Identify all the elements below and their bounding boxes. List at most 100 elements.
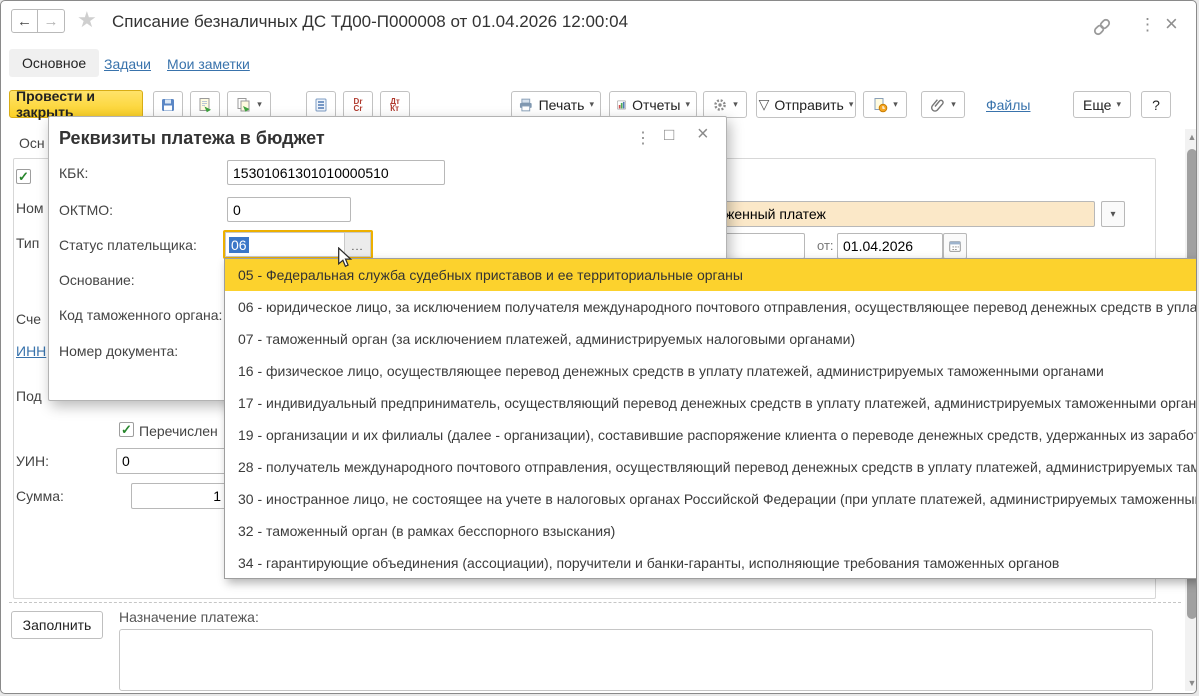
chevron-down-icon: ▾ bbox=[733, 99, 738, 110]
more-button[interactable]: Еще ▾ bbox=[1073, 91, 1131, 118]
favorite-star-icon[interactable]: ★ bbox=[77, 7, 97, 33]
post-document-menu-button[interactable]: ▾ bbox=[227, 91, 271, 118]
oktmo-input[interactable] bbox=[227, 197, 351, 222]
operation-type-dropdown-button[interactable]: ▾ bbox=[1101, 201, 1125, 227]
transferred-checkbox[interactable]: ✓ bbox=[119, 422, 134, 437]
payment-purpose-label: Назначение платежа: bbox=[119, 609, 259, 625]
separator bbox=[9, 602, 1181, 603]
files-link[interactable]: Файлы bbox=[986, 97, 1030, 113]
dropdown-item[interactable]: 19 - организации и их филиалы (далее - о… bbox=[225, 419, 1197, 451]
payer-status-value: 06 bbox=[229, 237, 249, 253]
oktmo-label: ОКТМО: bbox=[59, 202, 113, 218]
window-close-button[interactable]: × bbox=[1165, 11, 1178, 37]
help-button[interactable]: ? bbox=[1141, 91, 1171, 118]
check-icon: ✓ bbox=[121, 425, 132, 435]
dropdown-item[interactable]: 06 - юридическое лицо, за исключением по… bbox=[225, 291, 1197, 323]
register-records-icon bbox=[313, 97, 329, 113]
send-button[interactable]: ▽ Отправить ▾ bbox=[756, 91, 856, 118]
account-label: Сче bbox=[16, 311, 41, 327]
dropdown-item[interactable]: 16 - физическое лицо, осуществляющее пер… bbox=[225, 355, 1197, 387]
dropdown-item[interactable]: 32 - таможенный орган (в рамках бесспорн… bbox=[225, 515, 1197, 547]
fill-button[interactable]: Заполнить bbox=[11, 611, 103, 639]
dtkt-movements-button[interactable]: ДтКт bbox=[380, 91, 410, 118]
check-icon: ✓ bbox=[18, 172, 29, 182]
customs-code-label: Код таможенного органа: bbox=[59, 307, 222, 323]
reports-button[interactable]: Отчеты ▾ bbox=[609, 91, 697, 118]
copy-link-button[interactable] bbox=[1091, 16, 1113, 43]
amount-input[interactable] bbox=[131, 483, 227, 509]
tab-tasks[interactable]: Задачи bbox=[104, 56, 151, 72]
calendar-icon bbox=[948, 239, 962, 253]
dropdown-item[interactable]: 17 - индивидуальный предприниматель, осу… bbox=[225, 387, 1197, 419]
back-button[interactable]: ← bbox=[11, 9, 38, 33]
funnel-icon: ▽ bbox=[759, 96, 770, 113]
dropdown-item[interactable]: 07 - таможенный орган (за исключением пл… bbox=[225, 323, 1197, 355]
print-button[interactable]: Печать ▾ bbox=[511, 91, 601, 118]
post-copy-icon bbox=[236, 97, 252, 113]
dropdown-item[interactable]: 05 - Федеральная служба судебных пристав… bbox=[225, 259, 1197, 291]
dtkt-icon: ДтКт bbox=[390, 98, 400, 112]
chevron-down-icon: ▾ bbox=[1110, 209, 1115, 220]
settings-menu-button[interactable]: ▾ bbox=[703, 91, 747, 118]
date-input[interactable] bbox=[837, 233, 943, 259]
date-calendar-button[interactable] bbox=[943, 233, 967, 259]
post-and-close-button[interactable]: Провести и закрыть bbox=[9, 90, 143, 118]
document-structure-button[interactable] bbox=[306, 91, 336, 118]
attachments-button[interactable]: ▾ bbox=[921, 91, 965, 118]
app-window: ← → ★ Списание безналичных ДС ТД00-П0000… bbox=[0, 0, 1197, 694]
document-number-label: Номер документа: bbox=[59, 343, 178, 359]
drcr-movements-button[interactable]: DrCr bbox=[343, 91, 373, 118]
payer-status-label: Статус плательщика: bbox=[59, 237, 197, 253]
uin-label: УИН: bbox=[16, 453, 49, 469]
date-from-label: от: bbox=[817, 238, 834, 253]
help-label: ? bbox=[1152, 97, 1160, 113]
section-label: Осн bbox=[17, 135, 47, 151]
dropdown-item[interactable]: 28 - получатель международного почтового… bbox=[225, 451, 1197, 483]
type-label: Тип bbox=[16, 235, 39, 251]
payment-purpose-textarea[interactable] bbox=[119, 629, 1153, 691]
kbk-input[interactable] bbox=[227, 160, 445, 185]
fill-label: Заполнить bbox=[23, 617, 92, 633]
payer-status-input[interactable]: 06 bbox=[225, 232, 344, 257]
chevron-down-icon: ▾ bbox=[849, 99, 854, 110]
mouse-cursor-icon bbox=[337, 247, 353, 273]
dropdown-item[interactable]: 34 - гарантирующие объединения (ассоциац… bbox=[225, 547, 1197, 579]
back-arrow-icon: ← bbox=[17, 13, 32, 30]
chevron-down-icon: ▾ bbox=[893, 99, 898, 110]
post-document-icon bbox=[197, 97, 213, 113]
paperclip-icon bbox=[930, 97, 946, 113]
dialog-title: Реквизиты платежа в бюджет bbox=[59, 128, 325, 149]
dropdown-item[interactable]: 30 - иностранное лицо, не состоящее на у… bbox=[225, 483, 1197, 515]
tab-my-notes[interactable]: Мои заметки bbox=[167, 56, 250, 72]
amount-label: Сумма: bbox=[16, 488, 64, 504]
division-label: Под bbox=[16, 388, 42, 404]
tab-main[interactable]: Основное bbox=[9, 49, 99, 77]
window-menu-button[interactable]: ⋮ bbox=[1139, 15, 1156, 35]
scroll-up-icon[interactable]: ▲ bbox=[1185, 132, 1197, 142]
dialog-menu-button[interactable]: ⋮ bbox=[635, 128, 651, 148]
forward-button[interactable]: → bbox=[38, 9, 65, 33]
send-label: Отправить bbox=[774, 97, 843, 113]
chevron-down-icon: ▾ bbox=[685, 99, 690, 110]
save-icon bbox=[160, 97, 176, 113]
page-title: Списание безналичных ДС ТД00-П000008 от … bbox=[112, 12, 628, 32]
forward-arrow-icon: → bbox=[44, 13, 59, 30]
transferred-label: Перечислен bbox=[139, 423, 218, 439]
dialog-maximize-button[interactable]: □ bbox=[664, 125, 674, 145]
save-button[interactable] bbox=[153, 91, 183, 118]
kbk-label: КБК: bbox=[59, 165, 88, 181]
print-label: Печать bbox=[539, 97, 585, 113]
chevron-down-icon: ▾ bbox=[951, 99, 956, 110]
scroll-down-icon[interactable]: ▼ bbox=[1185, 678, 1197, 688]
inn-link[interactable]: ИНН bbox=[16, 343, 46, 359]
more-label: Еще bbox=[1083, 97, 1112, 113]
posted-checkbox[interactable]: ✓ bbox=[16, 169, 31, 184]
ellipsis-icon: ... bbox=[351, 241, 363, 253]
link-icon bbox=[1091, 16, 1113, 38]
post-document-button[interactable] bbox=[190, 91, 220, 118]
operation-type-value: женный платеж bbox=[725, 206, 826, 222]
chevron-down-icon: ▾ bbox=[1116, 99, 1121, 110]
scheduled-docs-button[interactable]: ▾ bbox=[863, 91, 907, 118]
dialog-close-button[interactable]: × bbox=[697, 123, 709, 146]
history-nav: ← → bbox=[11, 9, 65, 33]
